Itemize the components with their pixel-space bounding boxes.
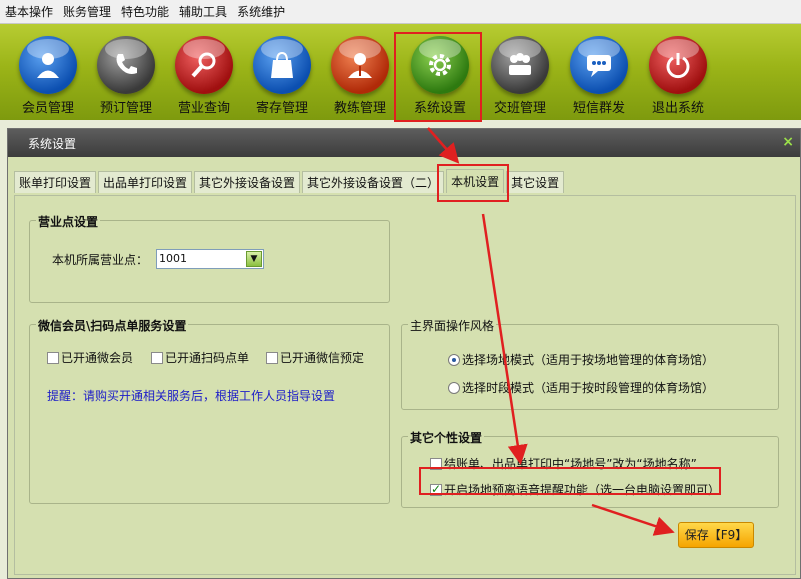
wechat-member-checkbox[interactable] [47,351,59,364]
toolbar-coach-button[interactable]: 教练管理 [322,36,398,116]
dialog-title: 系统设置 [28,136,77,151]
time-mode-radio[interactable] [448,381,460,394]
highlight-settings-button [394,32,482,122]
toolbar-label: 寄存管理 [255,101,308,116]
tab-product-print[interactable]: 出品单打印设置 [98,171,193,193]
tab-other-settings[interactable]: 其它设置 [506,171,565,193]
highlight-voice-option [419,467,721,495]
time-mode-option[interactable]: 选择时段模式（适用于按时段管理的体育场馆） [448,379,714,396]
search-icon [175,36,233,94]
menu-basic-ops[interactable]: 基本操作 [5,3,53,20]
wechat-notice: 提醒：请购买开通相关服务后，根据工作人员指导设置 [47,389,336,403]
scan-order-label: 已开通扫码点单 [165,351,250,365]
wechat-group-title: 微信会员\扫码点单服务设置 [36,317,189,334]
menu-features[interactable]: 特色功能 [121,3,169,20]
close-icon[interactable]: × [782,134,794,150]
toolbar-label: 预订管理 [99,101,152,116]
business-label: 本机所属营业点： [52,252,149,267]
toolbar-label: 营业查询 [177,101,230,116]
wechat-group: 微信会员\扫码点单服务设置 已开通微会员 已开通扫码点单 已开通微信预定 提醒：… [29,317,390,504]
business-select[interactable]: 1001 ▼ [156,249,265,269]
toolbar-exit-button[interactable]: 退出系统 [640,36,716,116]
tab-panel: 营业点设置 本机所属营业点： 1001 ▼ 微信会员\扫码点单服务设置 已开通微… [14,195,796,575]
menu-maintenance[interactable]: 系统维护 [237,3,285,20]
business-group-title: 营业点设置 [36,213,101,230]
toolbar-label: 交班管理 [493,101,546,116]
toolbar-storage-button[interactable]: 寄存管理 [244,36,320,116]
shift-icon [491,36,549,94]
ui-style-group-title: 主界面操作风格 [408,317,497,334]
business-select-value: 1001 [159,252,188,265]
member-icon [19,36,77,94]
toolbar-sms-button[interactable]: 短信群发 [561,36,637,116]
toolbar-label: 教练管理 [333,101,386,116]
toolbar-label: 短信群发 [572,101,625,116]
business-group: 营业点设置 本机所属营业点： 1001 ▼ [29,213,390,303]
menu-bar: 基本操作 账务管理 特色功能 辅助工具 系统维护 [0,0,801,24]
tab-external-devices-2[interactable]: 其它外接设备设置（二） [302,171,445,193]
toolbar-query-button[interactable]: 营业查询 [166,36,242,116]
toolbar-shift-button[interactable]: 交班管理 [482,36,558,116]
power-icon [649,36,707,94]
message-icon [570,36,628,94]
scan-order-option[interactable]: 已开通扫码点单 [151,349,249,366]
venue-mode-option[interactable]: 选择场地模式（适用于按场地管理的体育场馆） [448,351,714,368]
settings-dialog: 系统设置 × 账单打印设置 出品单打印设置 其它外接设备设置 其它外接设备设置（… [7,128,801,579]
personal-group-title: 其它个性设置 [408,429,485,446]
save-button[interactable]: 保存【F9】 [678,522,754,548]
phone-icon [97,36,155,94]
ui-style-group: 主界面操作风格 选择场地模式（适用于按场地管理的体育场馆） 选择时段模式（适用于… [401,317,779,410]
toolbar-member-button[interactable]: 会员管理 [10,36,86,116]
tab-bill-print[interactable]: 账单打印设置 [14,171,97,193]
wechat-booking-label: 已开通微信预定 [280,351,365,365]
bag-icon [253,36,311,94]
menu-tools[interactable]: 辅助工具 [179,3,227,20]
wechat-member-label: 已开通微会员 [61,351,134,365]
time-mode-label: 选择时段模式（适用于按时段管理的体育场馆） [462,381,715,395]
menu-accounts[interactable]: 账务管理 [63,3,111,20]
toolbar-label: 会员管理 [21,101,74,116]
wechat-booking-option[interactable]: 已开通微信预定 [266,349,364,366]
venue-mode-radio[interactable] [448,353,460,366]
toolbar-label: 退出系统 [651,101,704,116]
wechat-member-option[interactable]: 已开通微会员 [47,349,133,366]
dialog-title-bar: 系统设置 × [8,129,800,157]
coach-icon [331,36,389,94]
toolbar-booking-button[interactable]: 预订管理 [88,36,164,116]
venue-mode-label: 选择场地模式（适用于按场地管理的体育场馆） [462,353,715,367]
wechat-booking-checkbox[interactable] [266,351,278,364]
chevron-down-icon[interactable]: ▼ [246,251,263,267]
highlight-local-tab [437,164,509,202]
tab-external-devices[interactable]: 其它外接设备设置 [194,171,301,193]
scan-order-checkbox[interactable] [151,351,163,364]
